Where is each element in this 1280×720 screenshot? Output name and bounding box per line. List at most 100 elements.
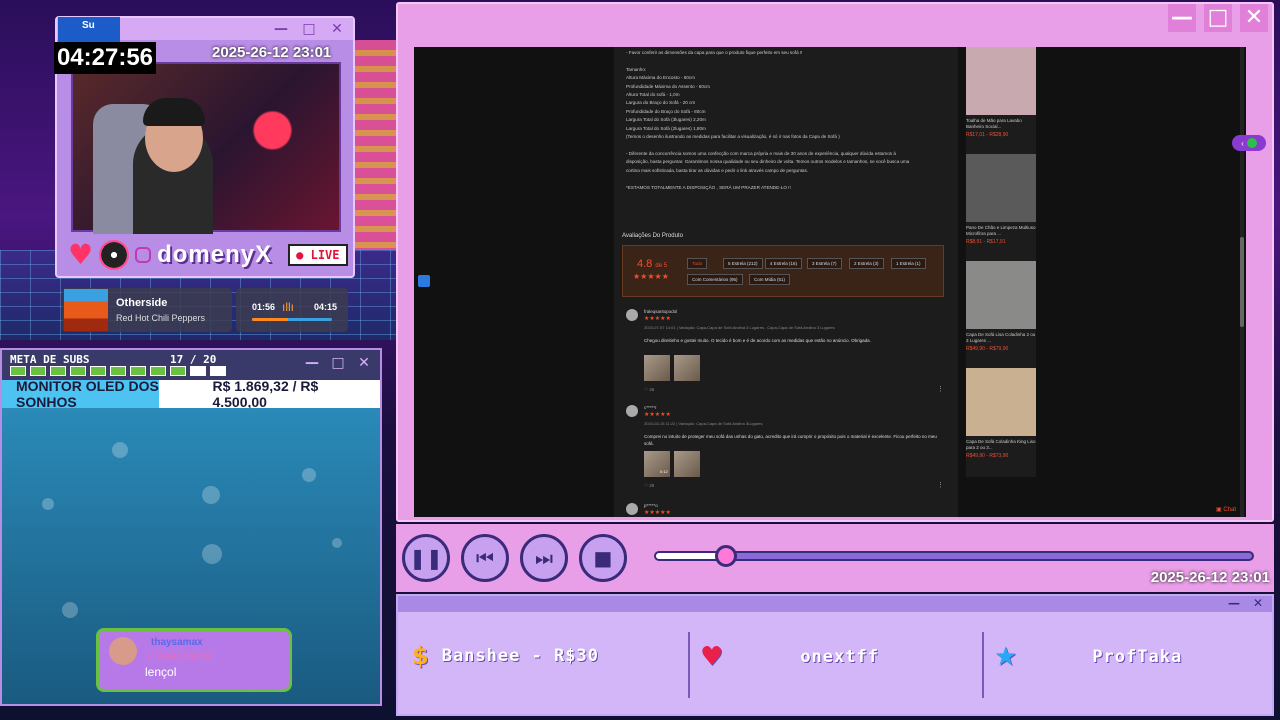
close-icon[interactable]: ✕ bbox=[1240, 4, 1268, 32]
now-playing: Otherside Red Hot Chili Peppers bbox=[62, 288, 232, 332]
product-image[interactable] bbox=[966, 154, 1036, 222]
product-name[interactable]: Pano De Chão e Limpeza Multiuso Microfib… bbox=[966, 225, 1036, 237]
product-name[interactable]: Toalha de Mão para Lavabo Banheiro Socia… bbox=[966, 118, 1036, 130]
chat-button[interactable]: ▣ Chat bbox=[1216, 506, 1236, 513]
seek-handle[interactable] bbox=[715, 545, 737, 567]
bubble bbox=[202, 486, 220, 504]
equalizer-icon: ıllı bbox=[282, 300, 294, 314]
rating-filter[interactable]: 1 Estrela (1) bbox=[891, 258, 926, 269]
music-progress-widget: 01:56 ıllı 04:15 bbox=[236, 288, 348, 332]
rating-score-suffix: de 5 bbox=[655, 263, 668, 269]
close-icon[interactable]: ✕ bbox=[356, 356, 372, 370]
browser-titlebar: — □ ✕ bbox=[1168, 4, 1272, 34]
rating-filter[interactable]: 2 Estrela (3) bbox=[849, 258, 884, 269]
album-art bbox=[64, 289, 108, 331]
rating-filter[interactable]: 5 Estrela (212) bbox=[723, 258, 763, 269]
more-options-icon[interactable]: ⋮ bbox=[937, 481, 944, 489]
bubble bbox=[42, 498, 54, 510]
webcam-date: 2025-26-12 23:01 bbox=[212, 44, 332, 61]
product-page: - Favor conferir as dimensões da capa pa… bbox=[614, 47, 958, 517]
avatar bbox=[626, 503, 638, 515]
minimize-icon[interactable]: — bbox=[1226, 596, 1242, 610]
previous-button[interactable]: ⏮ bbox=[461, 534, 509, 582]
streamer-hair bbox=[143, 98, 205, 126]
review-date: 2023-07-07 14:01 | Variação: Capa,Capa d… bbox=[644, 325, 835, 330]
product-name[interactable]: Capa De Sofá Coladinha King Liso para 2 … bbox=[966, 439, 1036, 451]
review-text: Chegou direitinho e gostei muito. O teci… bbox=[644, 338, 871, 343]
review-text: Comprei no intuito de proteger meu sofá … bbox=[644, 434, 937, 446]
description-line: - Diferente da concorrência somos uma co… bbox=[626, 150, 896, 156]
rating-filter[interactable]: Com Mídia (51) bbox=[749, 274, 791, 285]
pause-button[interactable]: ❚❚ bbox=[402, 534, 450, 582]
minimize-icon[interactable]: — bbox=[1168, 4, 1196, 32]
stop-button[interactable]: ■ bbox=[579, 534, 627, 582]
translate-icon[interactable] bbox=[418, 275, 430, 287]
description-line: Altura Máxima do Encosto - 60cm bbox=[626, 75, 695, 81]
product-price: R$49,90 - R$79,90 bbox=[966, 346, 1009, 352]
review-photo[interactable] bbox=[674, 355, 700, 381]
description-line bbox=[626, 141, 946, 149]
review-stars: ★★★★★ bbox=[644, 316, 671, 322]
review-date: 2024-02-15 11:22 | Variação: Capa,Capa d… bbox=[644, 421, 763, 426]
bubble bbox=[332, 538, 342, 548]
seek-bar[interactable] bbox=[654, 551, 1254, 561]
extension-badge[interactable]: ‹ bbox=[1232, 135, 1266, 151]
product-image[interactable] bbox=[966, 47, 1036, 115]
description-line: Profundidade Máxima do Assento - 60cm bbox=[626, 83, 711, 89]
review-photo[interactable] bbox=[674, 451, 700, 477]
description-line: disposição, basta perguntar. Garantimos … bbox=[626, 159, 910, 165]
related-product-card[interactable]: Capa De Sofá Lisa Coladinha 2 ou 3 Lugar… bbox=[966, 261, 1036, 352]
next-icon: ⏭ bbox=[535, 546, 553, 570]
scrollbar[interactable] bbox=[1240, 47, 1244, 517]
minimize-icon[interactable]: — bbox=[273, 22, 289, 36]
chat-username: thaysamax bbox=[151, 637, 203, 648]
bubble bbox=[302, 468, 316, 482]
scrollbar-thumb[interactable] bbox=[1240, 237, 1244, 327]
song-artist: Red Hot Chili Peppers bbox=[116, 313, 206, 323]
description-line: *ESTAMOS TOTALMENTE A DISPOSIÇÃO , SERÁ … bbox=[626, 184, 791, 190]
maximize-icon[interactable]: □ bbox=[1204, 4, 1232, 32]
bubble bbox=[62, 602, 78, 618]
goal-cell bbox=[30, 366, 46, 376]
monitor-goal-value: R$ 1.869,32 / R$ 4.500,00 bbox=[212, 378, 319, 410]
next-button[interactable]: ⏭ bbox=[520, 534, 568, 582]
product-description: - Favor conferir as dimensões da capa pa… bbox=[626, 49, 946, 192]
rating-score: 4.8 de 5 bbox=[637, 258, 667, 270]
more-options-icon[interactable]: ⋮ bbox=[937, 385, 944, 393]
streamer-handle: domenyX bbox=[157, 240, 273, 268]
goal-cell bbox=[70, 366, 86, 376]
song-progress-fill bbox=[252, 318, 288, 321]
rating-filter[interactable]: Com Comentários (95) bbox=[687, 274, 743, 285]
rating-filter[interactable]: 3 Estrela (7) bbox=[807, 258, 842, 269]
minimize-icon[interactable]: — bbox=[304, 356, 320, 370]
browser-viewport: - Favor conferir as dimensões da capa pa… bbox=[414, 47, 1266, 517]
description-line: Profundidade do Braço do Sofá - 80cm bbox=[626, 108, 706, 114]
related-product-card[interactable]: Toalha de Mão para Lavabo Banheiro Socia… bbox=[966, 47, 1036, 138]
goal-cell bbox=[110, 366, 126, 376]
review-likes[interactable]: ♡ 29 bbox=[644, 483, 654, 489]
review-likes[interactable]: ♡ 46 bbox=[644, 387, 654, 393]
sub-tag: Su bbox=[58, 17, 120, 43]
related-product-card[interactable]: Capa De Sofá Coladinha King Liso para 2 … bbox=[966, 368, 1036, 459]
review-photo[interactable] bbox=[644, 355, 670, 381]
rating-filter[interactable]: 4 Estrela (16) bbox=[765, 258, 803, 269]
description-line bbox=[626, 175, 946, 183]
latest-follower: ♥ onextff bbox=[700, 642, 879, 672]
alerts-titlebar: — ✕ bbox=[398, 596, 1272, 612]
chat-button-label: Chat bbox=[1223, 507, 1236, 513]
maximize-icon[interactable]: □ bbox=[330, 356, 346, 370]
browser-window: — □ ✕ - Favor conferir as dimensões da c… bbox=[396, 2, 1274, 522]
avatar bbox=[109, 637, 137, 665]
follower-name: onextff bbox=[800, 647, 879, 667]
dollar-icon bbox=[1246, 138, 1257, 148]
maximize-icon[interactable]: □ bbox=[301, 22, 317, 36]
product-image[interactable] bbox=[966, 368, 1036, 436]
rating-filter[interactable]: Tudo bbox=[687, 258, 708, 269]
close-icon[interactable]: ✕ bbox=[1250, 596, 1266, 610]
product-image[interactable] bbox=[966, 261, 1036, 329]
close-icon[interactable]: ✕ bbox=[329, 22, 345, 36]
chevron-left-icon: ‹ bbox=[1241, 138, 1244, 148]
product-name[interactable]: Capa De Sofá Lisa Coladinha 2 ou 3 Lugar… bbox=[966, 332, 1036, 344]
related-product-card[interactable]: Pano De Chão e Limpeza Multiuso Microfib… bbox=[966, 154, 1036, 245]
heart-icon: ♥ bbox=[700, 642, 725, 672]
